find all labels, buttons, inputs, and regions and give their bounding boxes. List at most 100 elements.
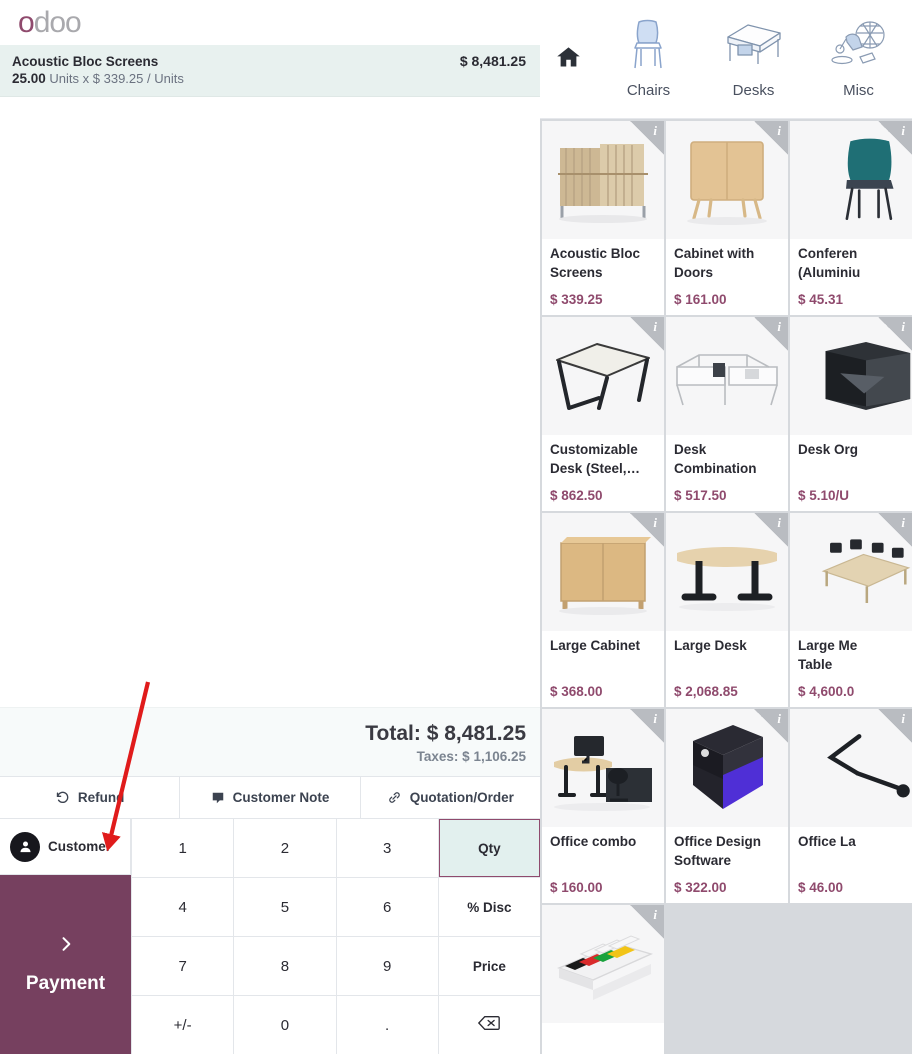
product-card[interactable]: i Desk Org $ 5.10/U	[790, 317, 912, 511]
numpad-key-4[interactable]: 4	[132, 878, 234, 936]
product-name: Desk Combination	[674, 442, 757, 476]
numpad-key-label: 2	[280, 839, 290, 857]
numpad-mode-qty[interactable]: Qty	[438, 819, 540, 877]
product-info-badge[interactable]: i	[878, 513, 912, 547]
numpad-key-1[interactable]: 1	[132, 819, 234, 877]
product-info-badge[interactable]: i	[754, 121, 788, 155]
order-line[interactable]: Acoustic Bloc Screens $ 8,481.25 25.00 U…	[0, 45, 540, 97]
note-icon	[211, 791, 225, 805]
total-row: Total: $ 8,481.25	[0, 722, 526, 746]
payment-button[interactable]: Payment	[0, 875, 131, 1054]
info-icon: i	[653, 123, 657, 138]
numpad-key-label: 7	[178, 957, 187, 975]
product-info-badge[interactable]: i	[878, 709, 912, 743]
numpad-key-label: 5	[280, 898, 290, 916]
category-label: Desks	[732, 82, 775, 99]
product-info-badge[interactable]: i	[754, 317, 788, 351]
product-card[interactable]: i Office La $ 46.00	[790, 709, 912, 903]
numpad-key-0[interactable]: 0	[234, 996, 336, 1054]
numpad-key-7[interactable]: 7	[132, 937, 234, 995]
product-name: Office combo	[550, 834, 637, 849]
taxes-row: Taxes: $ 1,106.25	[416, 749, 526, 764]
numpad-key-label: Qty	[478, 840, 501, 856]
pos-screen: odoo Acoustic Bloc Screens $ 8,481.25 25…	[0, 0, 912, 1054]
product-name: Customizable Desk (Steel,…	[550, 442, 641, 476]
product-price: $ 517.50	[674, 488, 727, 503]
product-info-badge[interactable]: i	[630, 317, 664, 351]
numpad-key-label: .	[385, 1016, 390, 1034]
product-card[interactable]: i Office Design Software $ 322.00	[666, 709, 788, 903]
info-icon: i	[777, 123, 781, 138]
odoo-logo[interactable]: odoo	[18, 5, 82, 39]
product-card[interactable]: i Conferen (Aluminiu $ 45.31	[790, 121, 912, 315]
refund-button[interactable]: Refund	[0, 777, 181, 818]
order-line-total: $ 8,481.25	[459, 53, 526, 69]
info-icon: i	[777, 319, 781, 334]
order-line-product-name: Acoustic Bloc Screens	[12, 54, 159, 69]
numpad-key-5[interactable]: 5	[234, 878, 336, 936]
refund-label: Refund	[77, 790, 125, 805]
numpad-key-8[interactable]: 8	[234, 937, 336, 995]
numpad-key-9[interactable]: 9	[336, 937, 438, 995]
product-name: Desk Org	[798, 442, 859, 457]
payment-button-label: Payment	[25, 973, 106, 994]
product-info-badge[interactable]: i	[630, 905, 664, 939]
numpad-key-2[interactable]: 2	[234, 819, 336, 877]
numpad-key-label: % Disc	[467, 899, 512, 915]
product-card[interactable]: i Cabinet with Doors $ 161.00	[666, 121, 788, 315]
product-info-badge[interactable]: i	[878, 121, 912, 155]
product-info-badge[interactable]: i	[630, 513, 664, 547]
quotation-order-button[interactable]: Quotation/Order	[360, 777, 540, 818]
numpad-mode-price[interactable]: Price	[438, 937, 540, 995]
odoo-logo-bar: odoo	[0, 0, 540, 45]
product-card[interactable]: i Office combo $ 160.00	[542, 709, 664, 903]
product-card[interactable]: i Large Cabinet $ 368.00	[542, 513, 664, 707]
logo-first-letter: o	[18, 5, 35, 39]
product-info-badge[interactable]: i	[754, 513, 788, 547]
info-icon: i	[653, 711, 657, 726]
info-icon: i	[777, 515, 781, 530]
numpad-key-decimal[interactable]: .	[336, 996, 438, 1054]
product-name: Conferen (Aluminiu	[798, 246, 861, 280]
numpad-key-label: 3	[382, 839, 392, 857]
product-info-badge[interactable]: i	[630, 121, 664, 155]
product-info-badge[interactable]: i	[878, 317, 912, 351]
product-info-badge[interactable]: i	[630, 709, 664, 743]
home-icon	[555, 44, 582, 76]
order-action-bar: Refund Customer Note Quotation/Order	[0, 776, 540, 818]
product-grid: i Acoustic Bloc Screens $ 339.25 i Cabin…	[540, 119, 912, 1054]
customer-note-button[interactable]: Customer Note	[180, 777, 361, 818]
product-card[interactable]: i	[542, 905, 664, 1054]
quotation-order-label: Quotation/Order	[409, 790, 514, 805]
product-name: Office La	[798, 834, 856, 849]
backspace-icon	[478, 1015, 501, 1035]
info-icon: i	[653, 515, 657, 530]
product-card[interactable]: i Large Me Table $ 4,600.0	[790, 513, 912, 707]
refund-icon	[55, 790, 70, 805]
misc-icon	[830, 14, 888, 76]
product-info-badge[interactable]: i	[754, 709, 788, 743]
numpad-mode-discount[interactable]: % Disc	[438, 878, 540, 936]
numpad-key-3[interactable]: 3	[336, 819, 438, 877]
numpad-key-label: 6	[382, 898, 392, 916]
numpad-key-6[interactable]: 6	[336, 878, 438, 936]
category-chairs[interactable]: Chairs	[596, 10, 701, 99]
total-label: Total:	[365, 722, 421, 745]
product-card[interactable]: i Acoustic Bloc Screens $ 339.25	[542, 121, 664, 315]
person-avatar-icon	[10, 831, 40, 862]
category-desks[interactable]: Desks	[701, 10, 806, 99]
product-card[interactable]: i Large Desk $ 2,068.85	[666, 513, 788, 707]
order-lines-list: Acoustic Bloc Screens $ 8,481.25 25.00 U…	[0, 45, 540, 97]
product-card[interactable]: i Desk Combination $ 517.50	[666, 317, 788, 511]
numpad-key-backspace[interactable]	[438, 996, 540, 1054]
numpad-key-plusminus[interactable]: +/-	[132, 996, 234, 1054]
product-name	[542, 1023, 664, 1054]
product-price: $ 161.00	[674, 292, 727, 307]
category-home[interactable]	[540, 10, 596, 110]
category-misc[interactable]: Misc	[806, 10, 911, 99]
order-line-qty: 25.00	[12, 71, 46, 86]
numpad-key-label: Price	[472, 958, 506, 974]
product-card[interactable]: i Customizable Desk (Steel,… $ 862.50	[542, 317, 664, 511]
customer-button[interactable]: Customer	[0, 819, 131, 875]
product-name: Large Desk	[674, 638, 747, 653]
